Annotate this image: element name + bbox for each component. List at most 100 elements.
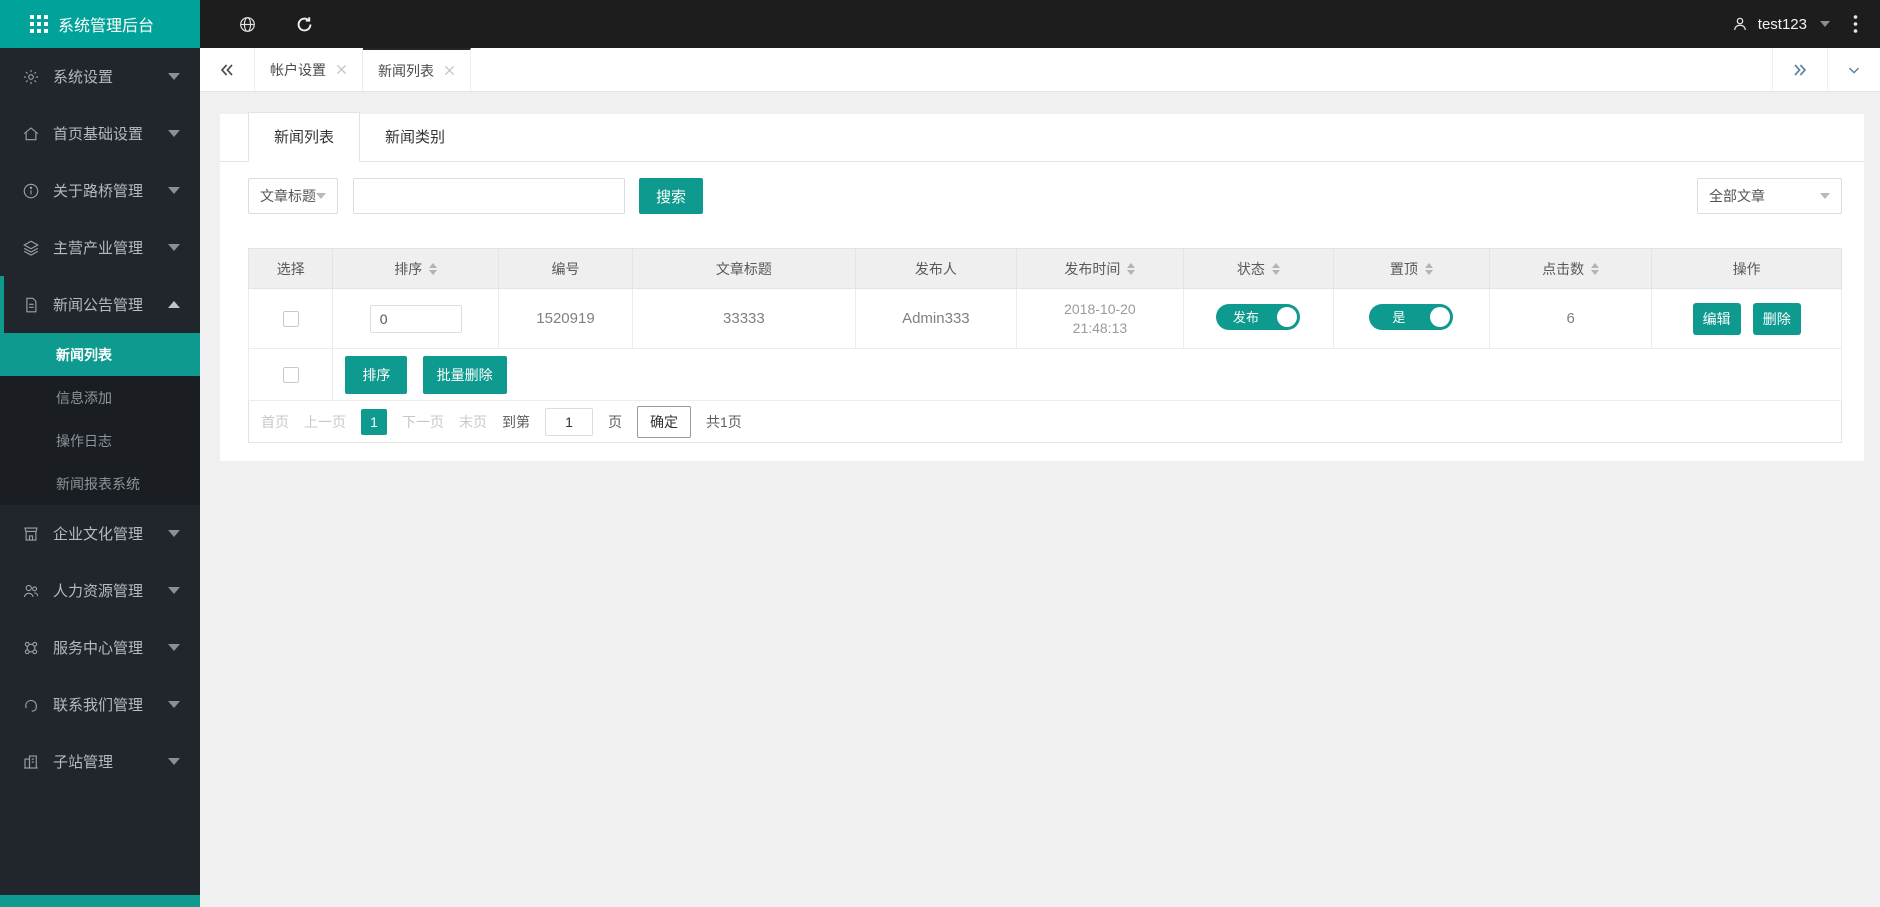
page-prev[interactable]: 上一页 xyxy=(304,412,346,432)
pinned-toggle[interactable]: 是 xyxy=(1369,303,1454,330)
kebab-menu-icon[interactable] xyxy=(1853,14,1858,34)
goto-confirm-button[interactable]: 确定 xyxy=(637,405,691,438)
goto-suffix-label: 页 xyxy=(608,413,622,430)
pagination-row: 首页 上一页 1 下一页 末页 到第 页 确定 共1页 xyxy=(248,400,1842,443)
top-bar: 系统管理后台 test123 xyxy=(0,0,1880,48)
table-row: 1520919 33333 Admin333 2018-10-20 21:48:… xyxy=(247,288,1842,349)
close-icon[interactable] xyxy=(336,64,347,75)
sort-arrows-icon[interactable] xyxy=(1271,262,1280,275)
col-status[interactable]: 状态 xyxy=(1183,248,1334,289)
subitem-label: 新闻报表系统 xyxy=(56,475,140,492)
page-next[interactable]: 下一页 xyxy=(402,412,444,432)
sidebar-item-label: 主营产业管理 xyxy=(53,240,144,257)
search-button[interactable]: 搜索 xyxy=(639,178,703,214)
toggle-knob xyxy=(1430,306,1451,327)
sort-arrows-icon[interactable] xyxy=(1424,262,1433,275)
tab-news-list[interactable]: 新闻列表 xyxy=(248,112,361,162)
close-icon[interactable] xyxy=(444,65,455,76)
double-chevron-right-icon[interactable] xyxy=(1772,48,1827,91)
col-actions: 操作 xyxy=(1651,248,1842,289)
caret-down-icon xyxy=(1820,21,1830,27)
tab-bar-controls xyxy=(1772,48,1880,91)
row-checkbox[interactable] xyxy=(282,311,299,328)
panel-tabs: 新闻列表 新闻类别 xyxy=(220,112,1864,162)
news-panel: 新闻列表 新闻类别 文章标题 搜索 全部文章 选择 排序 编号 文章标题 发布人… xyxy=(220,112,1864,461)
sidebar-subitem-news-report[interactable]: 新闻报表系统 xyxy=(0,462,200,505)
batch-delete-button[interactable]: 批量删除 xyxy=(422,355,507,394)
user-area[interactable]: test123 xyxy=(1731,14,1880,34)
sort-arrows-icon[interactable] xyxy=(1591,262,1600,275)
double-chevron-left-icon[interactable] xyxy=(200,48,254,91)
col-clicks[interactable]: 点击数 xyxy=(1488,248,1653,289)
sidebar-submenu: 新闻列表 信息添加 操作日志 新闻报表系统 xyxy=(0,333,200,505)
window-tab-news-list[interactable]: 新闻列表 xyxy=(363,48,471,91)
sort-arrows-icon[interactable] xyxy=(1127,262,1136,275)
chevron-up-icon xyxy=(168,301,180,308)
col-sort[interactable]: 排序 xyxy=(332,248,500,289)
select-all-checkbox[interactable] xyxy=(282,367,299,384)
status-toggle[interactable]: 发布 xyxy=(1216,303,1301,330)
info-circle-icon xyxy=(22,182,40,200)
col-select: 选择 xyxy=(247,248,334,289)
globe-icon[interactable] xyxy=(238,15,257,34)
command-icon xyxy=(22,639,40,657)
sidebar-item-service-center[interactable]: 服务中心管理 xyxy=(0,619,200,676)
chevron-down-icon xyxy=(168,587,180,594)
buildings-icon xyxy=(22,753,40,771)
article-filter-select[interactable]: 全部文章 xyxy=(1697,178,1842,214)
sort-arrows-icon[interactable] xyxy=(429,262,438,275)
tab-news-category[interactable]: 新闻类别 xyxy=(360,113,470,161)
chevron-down-icon xyxy=(168,530,180,537)
users-icon xyxy=(22,582,40,600)
subitem-label: 新闻列表 xyxy=(56,346,112,363)
headset-icon xyxy=(22,696,40,714)
sidebar-item-label: 系统设置 xyxy=(53,69,114,86)
window-tab-label: 新闻列表 xyxy=(378,62,434,79)
col-pinned[interactable]: 置顶 xyxy=(1332,248,1490,289)
chevron-down-icon xyxy=(168,244,180,251)
goto-page-input[interactable] xyxy=(545,407,593,436)
sidebar-item-label: 子站管理 xyxy=(53,754,114,771)
row-actions: 编辑 删除 xyxy=(1651,288,1842,349)
window-tab-label: 帐户设置 xyxy=(270,61,326,78)
sidebar-subitem-operation-log[interactable]: 操作日志 xyxy=(0,419,200,462)
apply-sort-button[interactable]: 排序 xyxy=(345,355,408,394)
sidebar-item-about-management[interactable]: 关于路桥管理 xyxy=(0,162,200,219)
sidebar-item-label: 企业文化管理 xyxy=(53,526,144,543)
sidebar-item-industry-management[interactable]: 主营产业管理 xyxy=(0,219,200,276)
subitem-label: 信息添加 xyxy=(56,389,112,406)
page-current[interactable]: 1 xyxy=(361,408,387,435)
sidebar-item-hr-management[interactable]: 人力资源管理 xyxy=(0,562,200,619)
search-field-select[interactable]: 文章标题 xyxy=(248,178,338,214)
window-tab-account-settings[interactable]: 帐户设置 xyxy=(254,48,363,91)
sidebar-item-system-settings[interactable]: 系统设置 xyxy=(0,48,200,105)
sidebar-subitem-info-add[interactable]: 信息添加 xyxy=(0,376,200,419)
chevron-down-icon xyxy=(168,130,180,137)
page-first[interactable]: 首页 xyxy=(261,412,289,432)
username: test123 xyxy=(1757,15,1807,33)
sidebar-item-substation-management[interactable]: 子站管理 xyxy=(0,733,200,790)
search-input[interactable] xyxy=(353,178,625,214)
sidebar-subitem-news-list[interactable]: 新闻列表 xyxy=(0,333,200,376)
sidebar-item-culture-management[interactable]: 企业文化管理 xyxy=(0,505,200,562)
home-icon xyxy=(22,125,40,143)
sidebar-item-news-announcement[interactable]: 新闻公告管理 xyxy=(0,276,200,333)
col-title: 文章标题 xyxy=(631,248,856,289)
table-footer-row: 排序 批量删除 xyxy=(247,348,1842,401)
page-last[interactable]: 末页 xyxy=(459,412,487,432)
row-sort-input[interactable] xyxy=(369,304,462,333)
tab-label: 新闻类别 xyxy=(385,129,446,146)
select-value: 全部文章 xyxy=(1709,188,1765,204)
caret-down-icon xyxy=(316,193,326,199)
storefront-icon xyxy=(22,525,40,543)
pagination: 首页 上一页 1 下一页 末页 到第 页 确定 共1页 xyxy=(261,405,1841,438)
tab-label: 新闻列表 xyxy=(274,129,335,146)
refresh-icon[interactable] xyxy=(295,15,314,34)
col-publish-time[interactable]: 发布时间 xyxy=(1015,248,1185,289)
delete-button[interactable]: 删除 xyxy=(1752,302,1801,335)
publish-clock: 21:48:13 xyxy=(1072,319,1128,336)
chevron-down-icon[interactable] xyxy=(1827,48,1880,91)
sidebar-item-home-settings[interactable]: 首页基础设置 xyxy=(0,105,200,162)
sidebar-item-contact-management[interactable]: 联系我们管理 xyxy=(0,676,200,733)
edit-button[interactable]: 编辑 xyxy=(1692,302,1741,335)
